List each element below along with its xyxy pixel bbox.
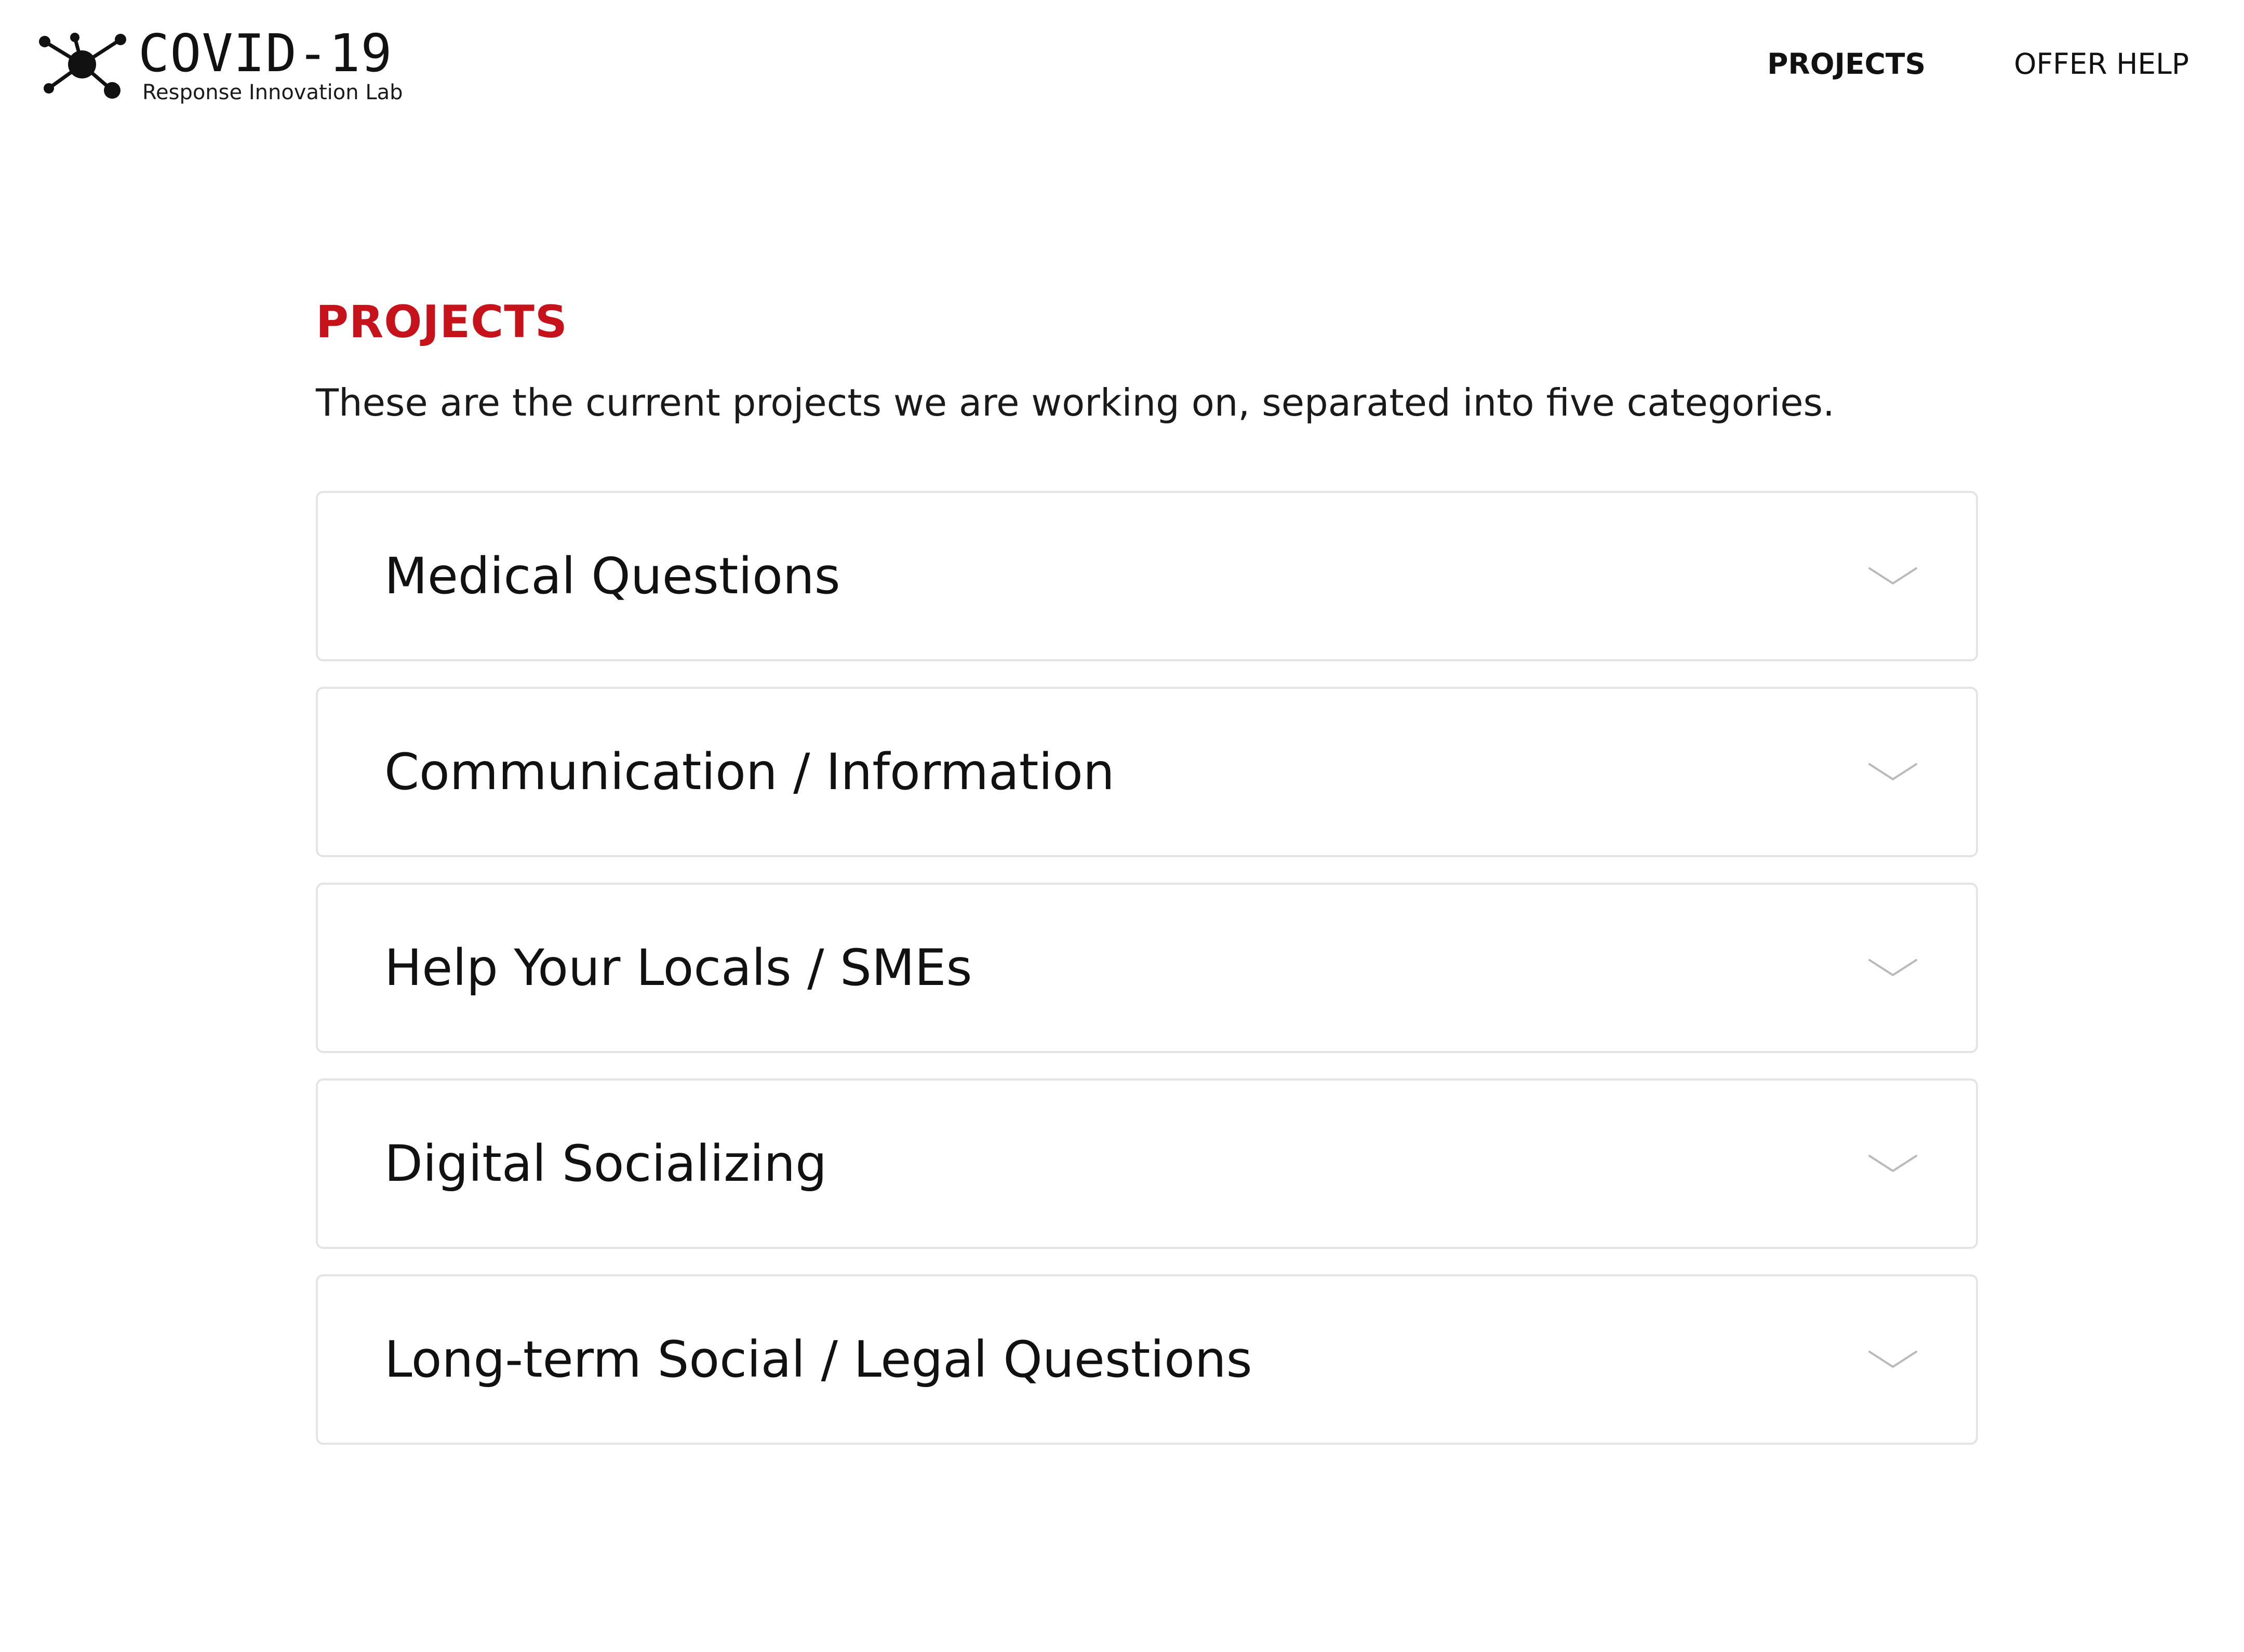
category-label: Long-term Social / Legal Questions xyxy=(384,1330,1252,1389)
nav-link-projects[interactable]: PROJECTS xyxy=(1767,46,1926,82)
chevron-down-icon xyxy=(1868,567,1917,584)
brand-subtitle: Response Innovation Lab xyxy=(142,81,403,104)
chevron-down-icon xyxy=(1868,1155,1917,1172)
category-label: Medical Questions xyxy=(384,547,840,605)
site-header: COVID-19 Response Innovation Lab PROJECT… xyxy=(0,0,2244,125)
chevron-down-icon xyxy=(1868,959,1917,976)
category-communication-information[interactable]: Communication / Information xyxy=(316,687,1978,857)
site-logo[interactable]: COVID-19 Response Innovation Lab xyxy=(36,23,410,109)
chevron-down-icon xyxy=(1868,1351,1917,1368)
category-medical-questions[interactable]: Medical Questions xyxy=(316,491,1978,661)
page-intro: These are the current projects we are wo… xyxy=(316,381,1835,424)
category-long-term-social-legal-questions[interactable]: Long-term Social / Legal Questions xyxy=(316,1274,1978,1445)
molecule-network-icon xyxy=(39,33,126,99)
category-label: Help Your Locals / SMEs xyxy=(384,939,972,997)
category-label: Digital Socializing xyxy=(384,1135,827,1193)
chevron-down-icon xyxy=(1868,763,1917,780)
category-help-your-locals-smes[interactable]: Help Your Locals / SMEs xyxy=(316,883,1978,1053)
project-categories-accordion: Medical Questions Communication / Inform… xyxy=(316,491,1978,1445)
brand-title: COVID-19 xyxy=(138,23,393,84)
main-content: PROJECTS These are the current projects … xyxy=(316,291,1978,1470)
page-title: PROJECTS xyxy=(316,296,568,348)
main-nav: PROJECTS OFFER HELP xyxy=(1767,46,2189,82)
category-digital-socializing[interactable]: Digital Socializing xyxy=(316,1078,1978,1249)
nav-link-offer-help[interactable]: OFFER HELP xyxy=(2014,46,2189,82)
category-label: Communication / Information xyxy=(384,743,1115,801)
